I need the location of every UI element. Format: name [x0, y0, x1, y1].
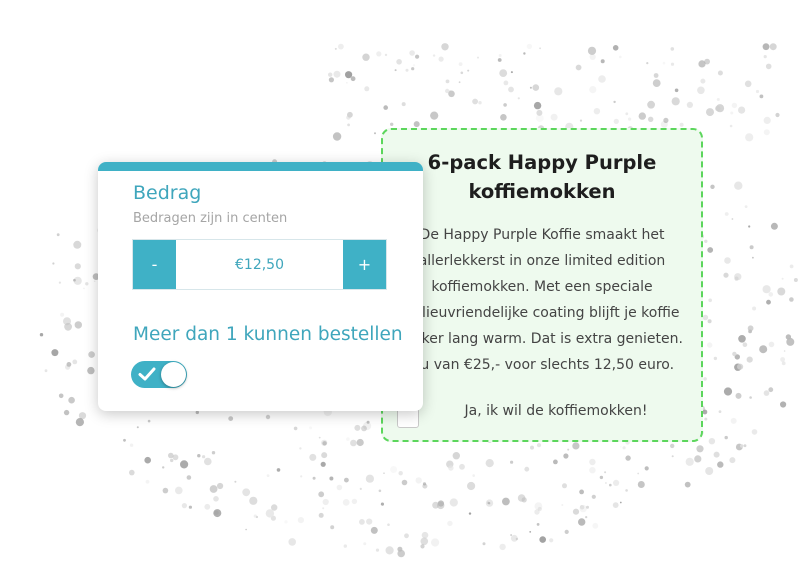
increment-button[interactable]: +: [343, 240, 386, 289]
multi-order-toggle[interactable]: [131, 361, 187, 388]
product-title: 6-pack Happy Purple koffiemokken: [427, 151, 657, 203]
decrement-button[interactable]: -: [133, 240, 176, 289]
amount-title: Bedrag: [133, 182, 202, 204]
amount-hint: Bedragen zijn in centen: [133, 211, 288, 226]
product-description: De Happy Purple Koffie smaakt het allerl…: [401, 227, 683, 373]
product-card: 6-pack Happy Purple koffiemokken De Happ…: [381, 128, 703, 442]
amount-widget: Bedrag Bedragen zijn in centen - €12,50 …: [98, 162, 423, 411]
amount-widget-accent-bar: [98, 162, 423, 171]
toggle-knob: [161, 362, 186, 387]
product-checkbox-label[interactable]: Ja, ik wil de koffiemokken!: [423, 398, 689, 424]
check-icon: [138, 367, 156, 381]
multi-order-label: Meer dan 1 kunnen bestellen: [133, 324, 403, 345]
amount-stepper: - €12,50 +: [132, 239, 387, 290]
amount-value[interactable]: €12,50: [176, 240, 343, 289]
